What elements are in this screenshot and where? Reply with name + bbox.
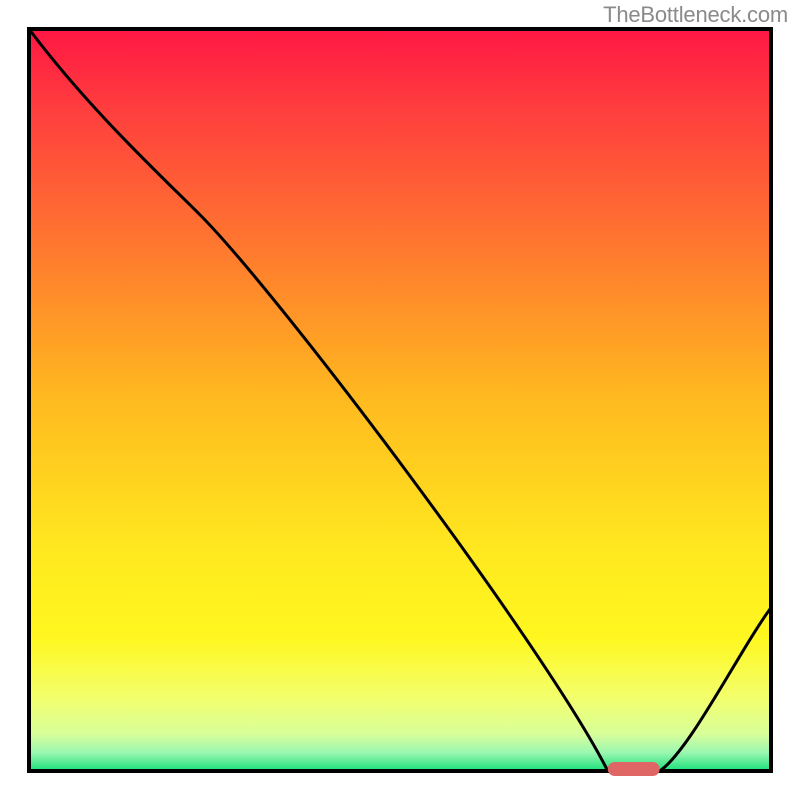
- attribution-label: TheBottleneck.com: [603, 2, 788, 28]
- optimal-segment-marker: [608, 762, 660, 776]
- chart-container: TheBottleneck.com: [0, 0, 800, 800]
- bottleneck-chart: [0, 0, 800, 800]
- plot-background: [29, 29, 771, 771]
